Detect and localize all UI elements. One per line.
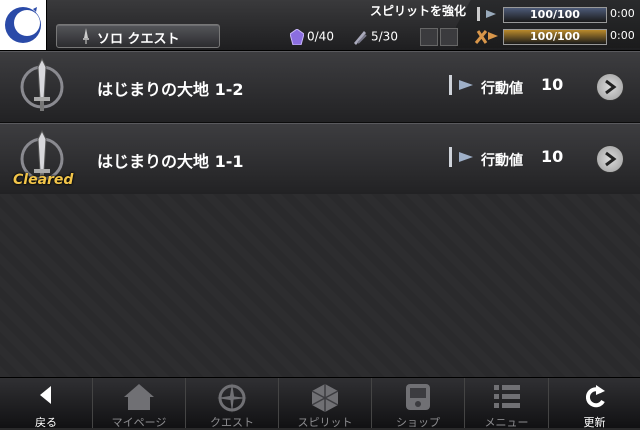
action-icon	[474, 30, 498, 44]
back-arrow-icon	[40, 386, 51, 404]
quest-row[interactable]: Cleared はじまりの大地 1-1 行動値 10	[0, 123, 640, 195]
action-cost-icon	[449, 75, 473, 95]
crystal-count: 0/40	[307, 29, 334, 44]
nav-menu-button[interactable]: メニュー	[465, 378, 549, 429]
nav-label: メニュー	[484, 416, 529, 429]
page-title: ソロ クエスト	[97, 32, 180, 47]
home-icon	[124, 384, 154, 410]
quest-row[interactable]: はじまりの大地 1-2 行動値 10	[0, 51, 640, 123]
shop-icon	[406, 384, 430, 410]
bottom-nav: 戻る マイページ クエスト スピリット ショップ メニュー 更新	[0, 377, 640, 429]
stamina-gauge: 100/100	[503, 7, 607, 23]
nav-label: マイページ	[111, 416, 167, 429]
crescent-logo-icon	[5, 7, 41, 43]
crystal-stat: 0/40	[290, 29, 334, 45]
nav-quest-button[interactable]: クエスト	[186, 378, 279, 429]
nav-label: クエスト	[210, 416, 254, 429]
sword-icon	[83, 28, 89, 44]
cost-label: 行動値	[481, 81, 523, 97]
empty-list-area	[0, 194, 640, 377]
stamina-icon	[477, 7, 496, 21]
action-cost-icon	[449, 147, 473, 167]
chevron-right-icon	[605, 79, 617, 95]
spirit-cube-icon	[311, 384, 339, 412]
notice-text[interactable]: スピリットを強化	[370, 2, 466, 19]
nav-mypage-button[interactable]: マイページ	[93, 378, 186, 429]
refresh-icon	[585, 385, 605, 408]
status-slot-1	[420, 28, 438, 46]
nav-label: 更新	[583, 416, 606, 429]
quest-name: はじまりの大地 1-1	[97, 152, 244, 171]
cost-value: 10	[541, 147, 564, 166]
cleared-badge: Cleared	[13, 172, 74, 188]
nav-refresh-button[interactable]: 更新	[549, 378, 640, 429]
quest-go-button[interactable]	[596, 145, 624, 173]
stamina-gauge-row: 100/100 0:00	[470, 5, 640, 23]
action-gauge-row: 100/100 0:00	[470, 27, 640, 45]
menu-list-icon	[493, 385, 520, 408]
action-time: 0:00	[610, 29, 635, 42]
cost-value: 10	[541, 75, 564, 94]
weapon-stat: 5/30	[352, 29, 398, 45]
nav-shop-button[interactable]: ショップ	[372, 378, 465, 429]
header-bar: スピリットを強化 ソロ クエスト 0/40 5/30 100/100 0:00	[0, 0, 640, 51]
stamina-time: 0:00	[610, 7, 635, 20]
page-title-plate: ソロ クエスト	[56, 24, 220, 48]
action-gauge: 100/100	[503, 29, 607, 45]
quest-go-button[interactable]	[596, 73, 624, 101]
crystal-icon	[290, 29, 304, 45]
chevron-right-icon	[605, 151, 617, 167]
app-logo[interactable]	[0, 0, 47, 50]
action-value: 100/100	[530, 30, 580, 43]
quest-name: はじまりの大地 1-2	[97, 80, 244, 99]
nav-label: ショップ	[396, 416, 440, 429]
cost-label: 行動値	[481, 153, 523, 169]
nav-label: 戻る	[35, 416, 57, 429]
nav-spirit-button[interactable]: スピリット	[279, 378, 372, 429]
weapon-count: 5/30	[371, 29, 398, 44]
compass-icon	[217, 383, 247, 413]
stamina-value: 100/100	[530, 8, 580, 21]
nav-back-button[interactable]: 戻る	[0, 378, 93, 429]
weapon-icon	[354, 31, 367, 45]
nav-label: スピリット	[297, 416, 353, 429]
status-slot-2	[440, 28, 458, 46]
sword-emblem-icon	[20, 57, 64, 111]
